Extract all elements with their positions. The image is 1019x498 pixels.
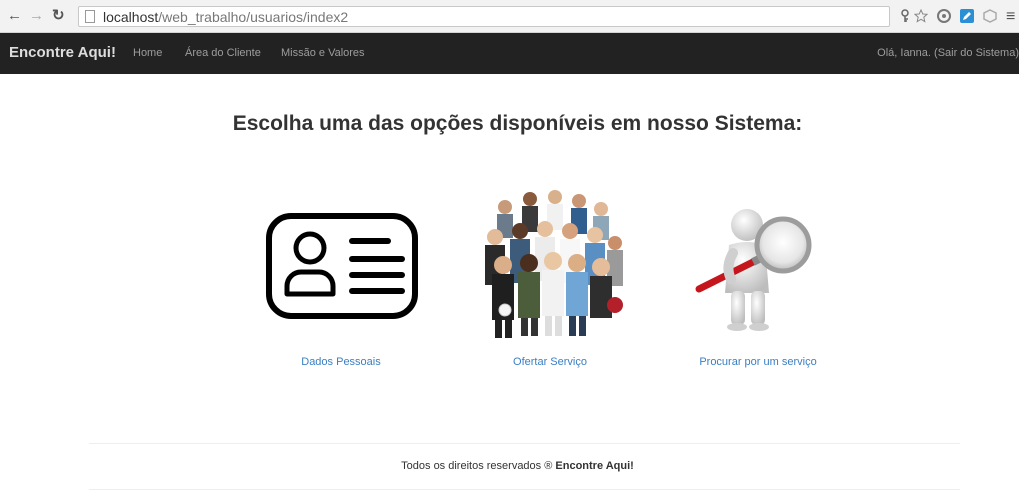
url-text: localhost/web_trabalho/usuarios/index2 (103, 9, 349, 25)
address-bar[interactable]: localhost/web_trabalho/usuarios/index2 (78, 6, 890, 27)
page-heading: Escolha uma das opções disponíveis em no… (232, 112, 803, 135)
shield-extension-icon[interactable] (983, 9, 997, 23)
id-card-icon[interactable] (265, 212, 419, 320)
edit-extension-icon[interactable] (960, 9, 974, 23)
brand-link[interactable]: Encontre Aqui! (9, 44, 116, 61)
extension-icon[interactable] (937, 9, 951, 23)
site-navbar: Encontre Aqui! Home Área do Cliente Miss… (0, 33, 1019, 74)
back-arrow-icon[interactable]: ← (7, 6, 22, 26)
footer-text: Todos os direitos reservados ® (401, 460, 553, 472)
footer: Todos os direitos reservados ® Encontre … (0, 460, 1019, 472)
user-logout-link[interactable]: Olá, Ianna. (Sair do Sistema) (877, 47, 1019, 59)
star-icon[interactable] (914, 9, 928, 23)
magnifier-figure-image[interactable] (693, 203, 815, 333)
nav-area-cliente[interactable]: Área do Cliente (185, 47, 261, 59)
forward-arrow-icon[interactable]: → (29, 6, 44, 26)
page-icon (85, 10, 95, 23)
nav-home[interactable]: Home (133, 47, 162, 59)
footer-divider-top (89, 443, 960, 444)
footer-divider-bottom (89, 489, 960, 490)
reload-icon[interactable]: ↻ (52, 6, 65, 26)
browser-toolbar: ← → ↻ localhost/web_trabalho/usuarios/in… (0, 0, 1019, 33)
key-icon[interactable] (898, 9, 912, 23)
dados-pessoais-link[interactable]: Dados Pessoais (281, 356, 401, 368)
menu-icon[interactable]: ≡ (1006, 7, 1015, 27)
footer-brand: Encontre Aqui! (555, 460, 634, 472)
people-group-image[interactable] (475, 185, 627, 340)
nav-missao-valores[interactable]: Missão e Valores (281, 47, 365, 59)
procurar-servico-link[interactable]: Procurar por um serviço (690, 356, 826, 368)
ofertar-servico-link[interactable]: Ofertar Serviço (490, 356, 610, 368)
